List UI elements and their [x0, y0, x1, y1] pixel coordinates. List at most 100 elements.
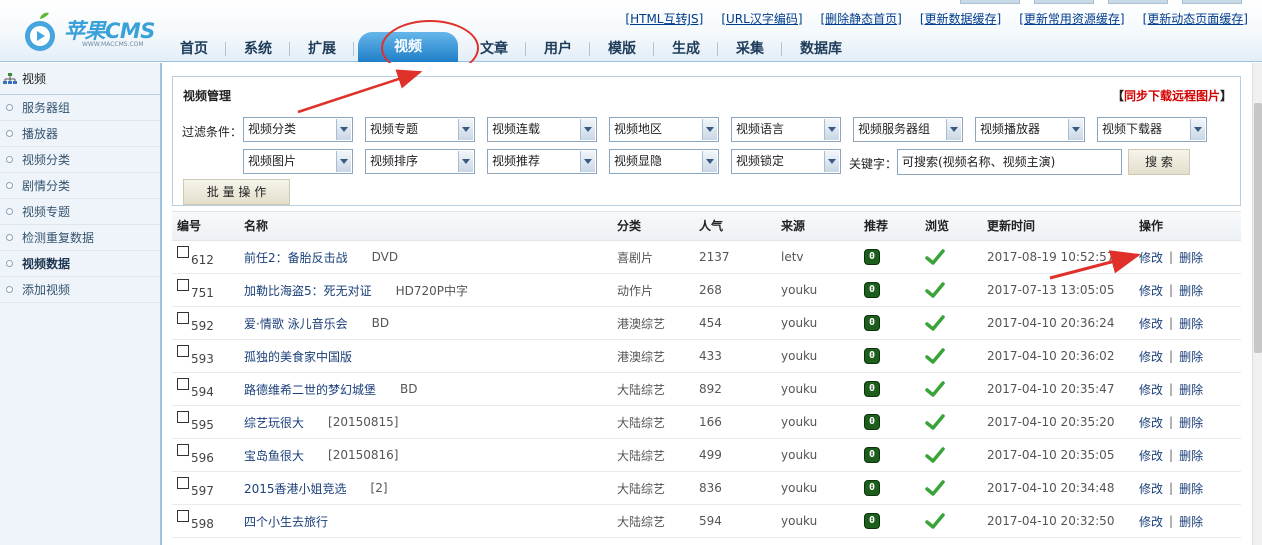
keyword-input[interactable]: 可搜索(视频名称、视频主演) — [897, 149, 1122, 175]
select-video-topic[interactable]: 视频专题 — [365, 117, 475, 142]
edit-link[interactable]: 修改 — [1139, 348, 1163, 365]
nav-extend[interactable]: 扩展 — [290, 36, 354, 62]
row-title-link[interactable]: 加勒比海盗5：死无对证 — [244, 282, 372, 299]
sidebar-item-plot-category[interactable]: 剧情分类 — [0, 173, 160, 199]
checkmark-icon[interactable] — [925, 380, 945, 398]
delete-link[interactable]: 删除 — [1179, 414, 1203, 431]
select-video-image[interactable]: 视频图片 — [243, 149, 353, 174]
header-hits[interactable]: 人气 — [699, 212, 723, 240]
header-category[interactable]: 分类 — [617, 212, 641, 240]
quick-link-update-resource-cache[interactable]: [更新常用资源缓存] — [1019, 10, 1124, 27]
sidebar-item-check-duplicates[interactable]: 检测重复数据 — [0, 225, 160, 251]
recommend-level-badge[interactable]: 0 — [864, 414, 880, 430]
sidebar-item-video-data[interactable]: 视频数据 — [0, 251, 160, 277]
row-checkbox[interactable] — [177, 378, 189, 390]
header-name[interactable]: 名称 — [244, 212, 268, 240]
nav-user[interactable]: 用户 — [526, 36, 590, 62]
select-video-downloader[interactable]: 视频下载器 — [1097, 117, 1207, 142]
row-checkbox[interactable] — [177, 312, 189, 324]
sync-remote-images-link[interactable]: 同步下载远程图片 — [1124, 89, 1220, 103]
select-video-player[interactable]: 视频播放器 — [975, 117, 1085, 142]
sidebar-item-video-category[interactable]: 视频分类 — [0, 147, 160, 173]
recommend-level-badge[interactable]: 0 — [864, 282, 880, 298]
edit-link[interactable]: 修改 — [1139, 513, 1163, 530]
row-checkbox[interactable] — [177, 279, 189, 291]
delete-link[interactable]: 删除 — [1179, 480, 1203, 497]
select-video-recommend[interactable]: 视频推荐 — [487, 149, 597, 174]
batch-operation-button[interactable]: 批 量 操 作 — [183, 179, 290, 205]
edit-link[interactable]: 修改 — [1139, 249, 1163, 266]
row-checkbox[interactable] — [177, 510, 189, 522]
nav-system[interactable]: 系统 — [226, 36, 290, 62]
checkmark-icon[interactable] — [925, 248, 945, 266]
delete-link[interactable]: 删除 — [1179, 513, 1203, 530]
edit-link[interactable]: 修改 — [1139, 381, 1163, 398]
delete-link[interactable]: 删除 — [1179, 348, 1203, 365]
nav-home[interactable]: 首页 — [180, 36, 226, 62]
select-video-area[interactable]: 视频地区 — [609, 117, 719, 142]
header-source[interactable]: 来源 — [781, 212, 805, 240]
header-id[interactable]: 编号 — [177, 212, 201, 240]
quick-link-update-data-cache[interactable]: [更新数据缓存] — [920, 10, 1001, 27]
vertical-scrollbar[interactable] — [1252, 63, 1262, 545]
sidebar-item-video-topic[interactable]: 视频专题 — [0, 199, 160, 225]
checkmark-icon[interactable] — [925, 314, 945, 332]
nav-collect[interactable]: 采集 — [718, 36, 782, 62]
sidebar-item-server-group[interactable]: 服务器组 — [0, 95, 160, 121]
nav-generate[interactable]: 生成 — [654, 36, 718, 62]
header-recommend[interactable]: 推荐 — [864, 212, 888, 240]
select-video-language[interactable]: 视频语言 — [731, 117, 841, 142]
recommend-level-badge[interactable]: 0 — [864, 315, 880, 331]
recommend-level-badge[interactable]: 0 — [864, 249, 880, 265]
recommend-level-badge[interactable]: 0 — [864, 513, 880, 529]
edit-link[interactable]: 修改 — [1139, 447, 1163, 464]
row-title-link[interactable]: 综艺玩很大 — [244, 414, 304, 431]
delete-link[interactable]: 删除 — [1179, 282, 1203, 299]
recommend-level-badge[interactable]: 0 — [864, 348, 880, 364]
row-title-link[interactable]: 四个小生去旅行 — [244, 513, 328, 530]
edit-link[interactable]: 修改 — [1139, 282, 1163, 299]
checkmark-icon[interactable] — [925, 347, 945, 365]
row-title-link[interactable]: 孤独的美食家中国版 — [244, 348, 352, 365]
row-checkbox[interactable] — [177, 411, 189, 423]
scroll-thumb[interactable] — [1254, 103, 1262, 353]
sidebar-item-add-video[interactable]: 添加视频 — [0, 277, 160, 303]
header-update-time[interactable]: 更新时间 — [987, 212, 1035, 240]
quick-link-html-js[interactable]: [HTML互转JS] — [625, 10, 703, 27]
checkmark-icon[interactable] — [925, 512, 945, 530]
row-title-link[interactable]: 爱·情歌 泳儿音乐会 — [244, 315, 348, 332]
edit-link[interactable]: 修改 — [1139, 480, 1163, 497]
row-checkbox[interactable] — [177, 477, 189, 489]
nav-database[interactable]: 数据库 — [782, 36, 860, 62]
edit-link[interactable]: 修改 — [1139, 414, 1163, 431]
select-video-sort[interactable]: 视频排序 — [365, 149, 475, 174]
checkmark-icon[interactable] — [925, 446, 945, 464]
checkmark-icon[interactable] — [925, 413, 945, 431]
select-video-serial[interactable]: 视频连载 — [487, 117, 597, 142]
sidebar-item-player[interactable]: 播放器 — [0, 121, 160, 147]
delete-link[interactable]: 删除 — [1179, 381, 1203, 398]
row-title-link[interactable]: 路德维希二世的梦幻城堡 — [244, 381, 376, 398]
quick-link-delete-static-home[interactable]: [删除静态首页] — [821, 10, 902, 27]
row-checkbox[interactable] — [177, 345, 189, 357]
row-title-link[interactable]: 前任2：备胎反击战 — [244, 249, 348, 266]
row-checkbox[interactable] — [177, 246, 189, 258]
row-title-link[interactable]: 2015香港小姐竞选 — [244, 480, 347, 497]
recommend-level-badge[interactable]: 0 — [864, 447, 880, 463]
logo[interactable]: 苹果CMS WWW.MACCMS.COM — [20, 8, 165, 54]
select-video-server-group[interactable]: 视频服务器组 — [853, 117, 963, 142]
select-video-category[interactable]: 视频分类 — [243, 117, 353, 142]
delete-link[interactable]: 删除 — [1179, 447, 1203, 464]
delete-link[interactable]: 删除 — [1179, 315, 1203, 332]
quick-link-update-dynamic-cache[interactable]: [更新动态页面缓存] — [1143, 10, 1248, 27]
select-video-lock[interactable]: 视频锁定 — [731, 149, 841, 174]
nav-template[interactable]: 模版 — [590, 36, 654, 62]
select-video-visibility[interactable]: 视频显隐 — [609, 149, 719, 174]
checkmark-icon[interactable] — [925, 479, 945, 497]
checkmark-icon[interactable] — [925, 281, 945, 299]
search-button[interactable]: 搜 索 — [1128, 149, 1190, 175]
recommend-level-badge[interactable]: 0 — [864, 381, 880, 397]
header-browse[interactable]: 浏览 — [925, 212, 949, 240]
row-title-link[interactable]: 宝岛鱼很大 — [244, 447, 304, 464]
edit-link[interactable]: 修改 — [1139, 315, 1163, 332]
